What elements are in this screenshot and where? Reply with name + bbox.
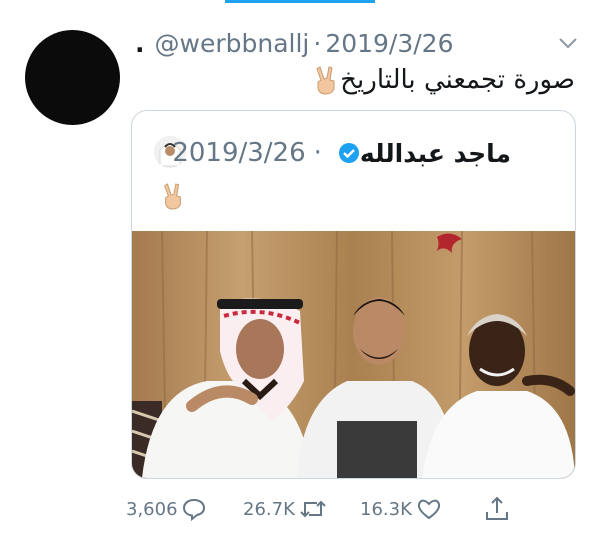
tweet-actions: 3,606 26.7K 16.3K [126, 492, 526, 526]
retweet-icon [300, 500, 326, 518]
handle[interactable]: @werbbnallj [155, 29, 310, 58]
date-separator: · [313, 28, 322, 58]
share-icon [486, 496, 508, 520]
heart-icon [417, 499, 440, 520]
display-name[interactable]: . [135, 29, 145, 58]
chevron-down-icon[interactable] [557, 32, 579, 54]
victory-hand-emoji [164, 183, 181, 210]
reply-count: 3,606 [126, 498, 178, 520]
like-button[interactable]: 16.3K [360, 492, 443, 526]
reply-icon [182, 498, 205, 522]
tweet-photo[interactable] [132, 231, 575, 478]
photo-illustration [132, 231, 575, 478]
victory-hand-emoji [312, 65, 340, 95]
retweet-button[interactable]: 26.7K [243, 492, 328, 526]
avatar[interactable] [25, 30, 120, 125]
tweet-date[interactable]: 2019/3/26 [325, 29, 453, 58]
tweet-text: صورة تجمعني بالتاريخ [306, 62, 575, 98]
quoted-date[interactable]: 2019/3/26 [172, 138, 305, 168]
quoted-display-name[interactable]: ماجد عبدالله [360, 139, 511, 168]
tweet-text-content: صورة تجمعني بالتاريخ [340, 65, 575, 95]
quoted-date-separator: · [313, 138, 322, 168]
tweet-header: . @werbbnallj · 2019/3/26 [135, 26, 555, 60]
quoted-header: 2019/3/26 · ماجد عبدالله [172, 135, 511, 171]
share-button[interactable] [481, 492, 510, 526]
quoted-tweet[interactable]: 2019/3/26 · ماجد عبدالله [131, 110, 576, 479]
reply-button[interactable]: 3,606 [126, 492, 207, 526]
retweet-count: 26.7K [243, 498, 295, 520]
verified-badge-icon [338, 143, 359, 163]
tab-indicator [225, 0, 375, 3]
like-count: 16.3K [360, 498, 412, 520]
